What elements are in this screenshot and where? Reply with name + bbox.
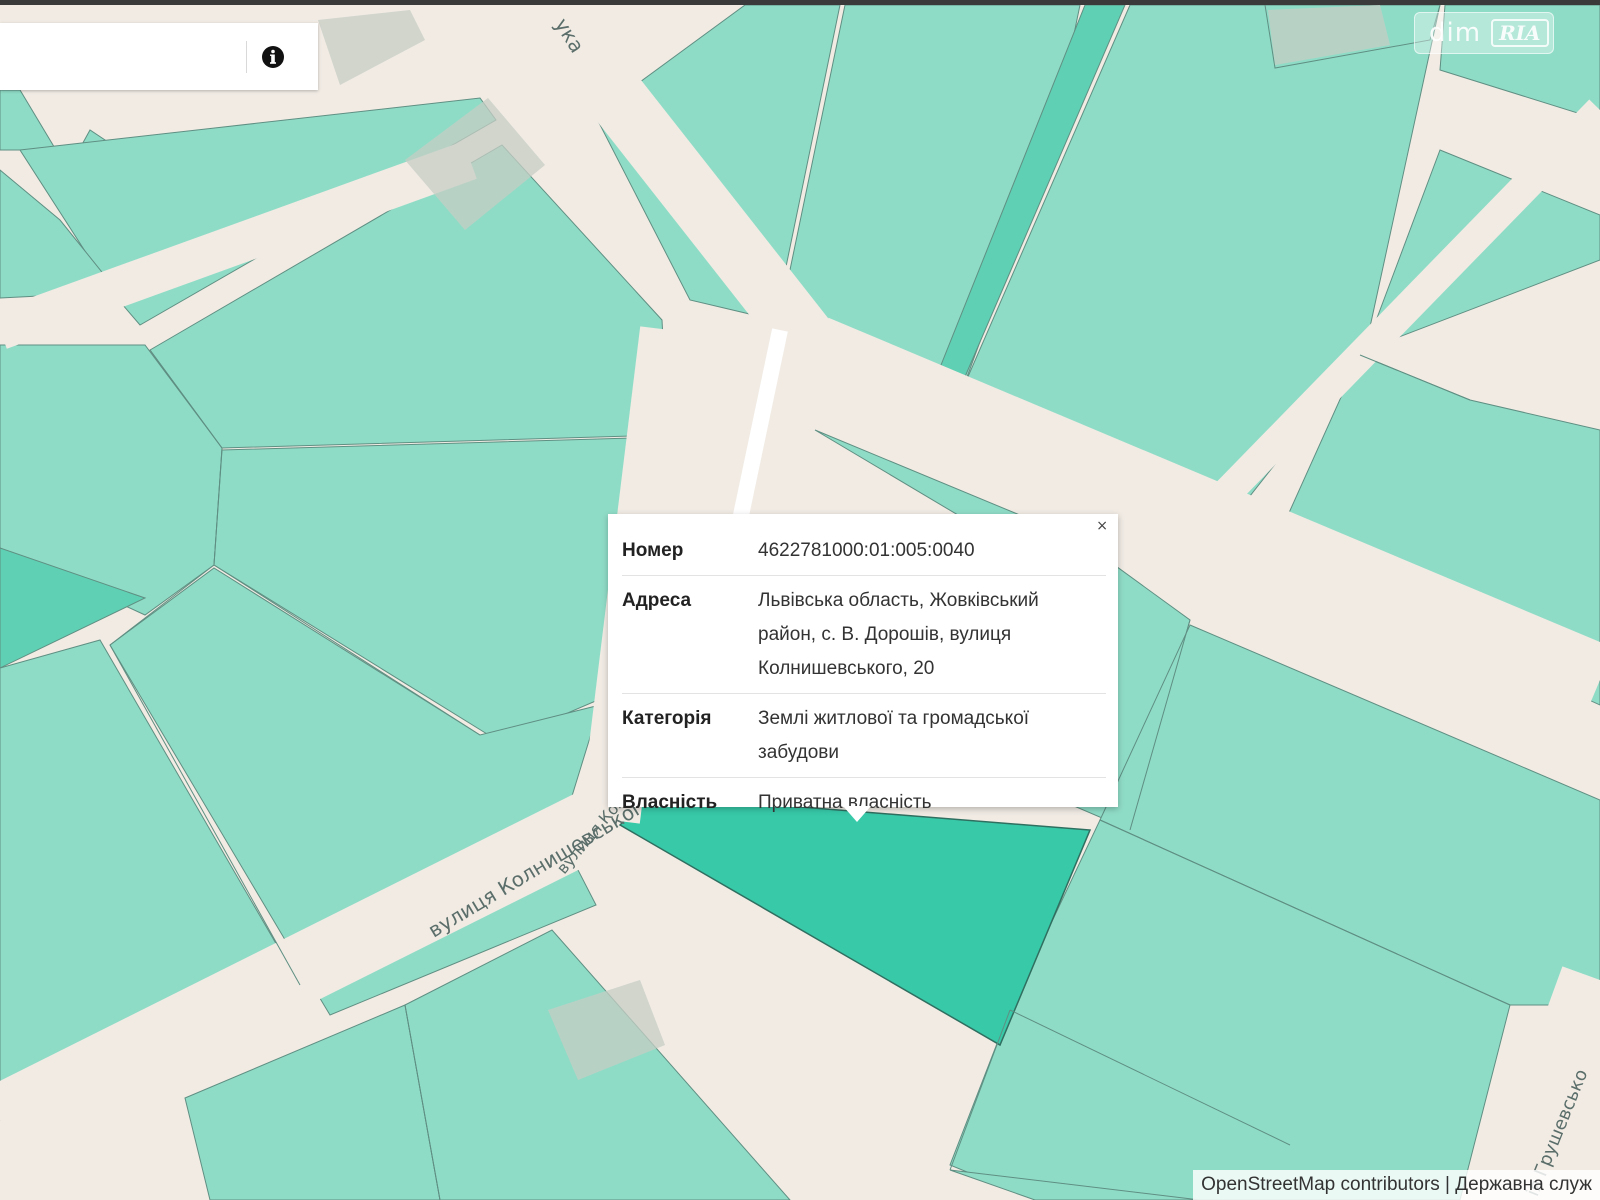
info-icon (262, 46, 284, 68)
table-row: Номер 4622781000:01:005:0040 (622, 526, 1106, 576)
map-attribution[interactable]: OpenStreetMap contributors | Державна сл… (1193, 1170, 1600, 1200)
row-value-category: Землі житлової та громадської забудови (758, 693, 1106, 778)
search-divider (246, 41, 247, 73)
row-key-ownership: Власність (622, 792, 718, 813)
watermark-text: dim (1429, 18, 1482, 48)
watermark-badge: RIA (1491, 19, 1549, 47)
row-key-category: Категорія (622, 693, 758, 778)
row-value-number: 4622781000:01:005:0040 (758, 526, 1106, 576)
top-bar (0, 0, 1600, 5)
row-value-address: Львівська область, Жовківський район, с.… (758, 575, 1106, 694)
parcel-info-popup: × Номер 4622781000:01:005:0040 Адреса Ль… (608, 514, 1118, 813)
popup-pointer (843, 806, 871, 822)
watermark-logo: dim RIA (1414, 12, 1554, 54)
parcel-info-table: Номер 4622781000:01:005:0040 Адреса Льві… (622, 526, 1106, 827)
row-key-number: Номер (622, 526, 758, 576)
search-panel (0, 23, 318, 90)
table-row: Адреса Львівська область, Жовківський ра… (622, 575, 1106, 694)
table-row: Категорія Землі житлової та громадської … (622, 693, 1106, 778)
row-key-address: Адреса (622, 575, 758, 694)
info-button[interactable] (260, 44, 286, 70)
search-input[interactable] (0, 23, 246, 90)
row-value-ownership: Приватна власність (758, 792, 932, 813)
